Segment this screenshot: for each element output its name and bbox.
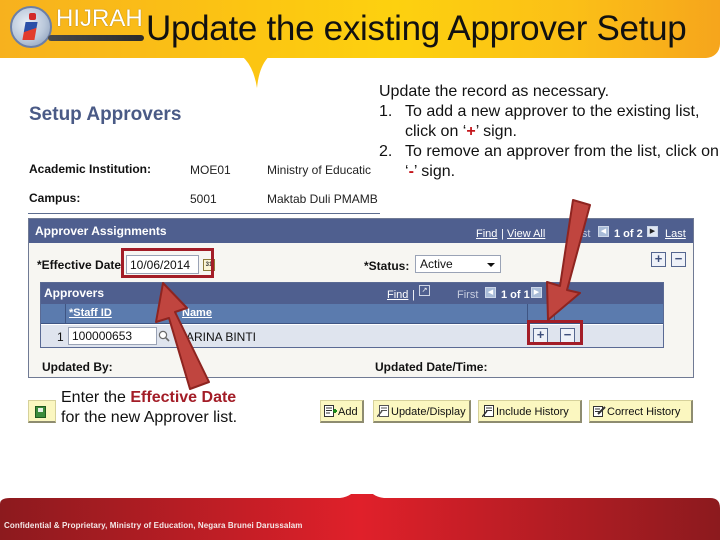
previous-arrow-icon[interactable]: ◀ bbox=[598, 226, 609, 237]
campus-code: 5001 bbox=[190, 192, 217, 206]
approver-name: ARINA BINTI bbox=[186, 330, 257, 344]
effective-date-callout: Enter the Effective Date for the new App… bbox=[57, 386, 297, 430]
save-icon bbox=[35, 406, 46, 418]
next-arrow-icon[interactable]: ▶ bbox=[647, 226, 658, 237]
chevron-down-icon bbox=[487, 263, 495, 267]
effective-date-label: *Effective Date: bbox=[37, 258, 126, 272]
include-history-icon bbox=[482, 405, 494, 417]
updated-datetime-label: Updated Date/Time: bbox=[375, 360, 488, 374]
nav-separator: | bbox=[501, 228, 504, 240]
include-history-label: Include History bbox=[496, 406, 569, 418]
approver-assignments-title: Approver Assignments bbox=[35, 224, 167, 238]
approvers-grid-title: Approvers bbox=[44, 286, 105, 300]
updated-by-label: Updated By: bbox=[42, 360, 113, 374]
delete-row-button[interactable]: − bbox=[671, 252, 686, 267]
flag-icon bbox=[22, 22, 38, 40]
callout-text-end: for the new Approver list. bbox=[61, 409, 238, 426]
logo-text: HIJRAH bbox=[56, 5, 143, 32]
status-value: Active bbox=[420, 257, 453, 271]
hijrah-logo: HIJRAH bbox=[4, 2, 154, 54]
academic-institution-label: Academic Institution: bbox=[29, 162, 152, 176]
grid-last-link[interactable]: Last bbox=[547, 289, 568, 301]
add-button-label: Add bbox=[338, 406, 358, 418]
correct-history-icon bbox=[593, 406, 606, 417]
first-link[interactable]: First bbox=[569, 228, 590, 240]
grid-next-arrow-icon[interactable]: ▶ bbox=[531, 287, 542, 298]
staff-id-input[interactable]: 100000653 bbox=[68, 327, 157, 345]
add-doc-icon bbox=[324, 405, 337, 417]
update-display-label: Update/Display bbox=[391, 406, 466, 418]
grid-first-link[interactable]: First bbox=[457, 289, 478, 301]
page-heading: Setup Approvers bbox=[29, 104, 182, 125]
instruction-item: 1. To add a new approver to the existing… bbox=[379, 102, 719, 142]
footer-banner bbox=[0, 494, 720, 540]
zoom-grid-icon[interactable]: ↗ bbox=[419, 285, 430, 296]
banner-notch-decoration bbox=[230, 50, 280, 90]
status-select[interactable]: Active bbox=[415, 255, 501, 273]
logo-swoosh bbox=[48, 35, 144, 41]
status-label: *Status: bbox=[364, 259, 410, 273]
add-remove-highlight-box bbox=[527, 320, 583, 345]
column-name[interactable]: Name bbox=[182, 307, 212, 319]
globe-icon bbox=[10, 6, 52, 48]
column-staff-id[interactable]: *Staff ID bbox=[69, 307, 112, 319]
campus-label: Campus: bbox=[29, 191, 81, 205]
slide-title: Update the existing Approver Setup bbox=[146, 9, 687, 48]
grid-record-count: 1 of 1 bbox=[501, 289, 530, 301]
correct-history-label: Correct History bbox=[607, 406, 681, 418]
footer-text: Confidential & Proprietary, Ministry of … bbox=[4, 521, 303, 530]
effective-date-highlight-box bbox=[121, 248, 214, 278]
instruction-callout: Update the record as necessary. 1. To ad… bbox=[379, 82, 719, 182]
save-button[interactable] bbox=[28, 400, 56, 423]
grid-nav-separator: | bbox=[412, 289, 415, 301]
find-link[interactable]: Find bbox=[476, 228, 497, 240]
lookup-icon[interactable] bbox=[158, 330, 170, 342]
academic-institution-code: MOE01 bbox=[190, 163, 231, 177]
add-button[interactable]: Add bbox=[320, 400, 364, 423]
instruction-number: 2. bbox=[379, 143, 393, 160]
campus-description: Maktab Duli PMAMB bbox=[267, 192, 378, 206]
last-link[interactable]: Last bbox=[665, 228, 686, 240]
view-all-link[interactable]: View All bbox=[507, 228, 545, 240]
approver-assignments-panel: Approver Assignments Find | View All Fir… bbox=[28, 218, 694, 378]
instruction-list: 1. To add a new approver to the existing… bbox=[379, 102, 719, 182]
row-number: 1 bbox=[57, 330, 64, 344]
update-display-button[interactable]: Update/Display bbox=[373, 400, 471, 423]
approver-assignments-header: Approver Assignments Find | View All Fir… bbox=[29, 219, 693, 243]
record-count: 1 of 2 bbox=[614, 228, 643, 240]
callout-emphasis: Effective Date bbox=[130, 389, 237, 406]
instruction-item: 2. To remove an approver from the list, … bbox=[379, 142, 719, 182]
crown-icon bbox=[29, 13, 36, 20]
instruction-text-end: ’ sign. bbox=[413, 163, 456, 180]
grid-previous-arrow-icon[interactable]: ◀ bbox=[485, 287, 496, 298]
instruction-number: 1. bbox=[379, 103, 393, 120]
instruction-text: To add a new approver to the existing li… bbox=[405, 103, 700, 140]
instruction-text-end: ’ sign. bbox=[475, 123, 517, 140]
section-divider bbox=[28, 213, 380, 214]
include-history-button[interactable]: Include History bbox=[478, 400, 582, 423]
correct-history-button[interactable]: Correct History bbox=[589, 400, 693, 423]
plus-sign: + bbox=[466, 123, 476, 140]
instruction-lead: Update the record as necessary. bbox=[379, 83, 610, 100]
grid-find-link[interactable]: Find bbox=[387, 289, 408, 301]
update-display-icon bbox=[377, 405, 389, 417]
approvers-grid-header: Approvers Find | ↗ First ◀ 1 of 1 ▶ Last bbox=[41, 283, 663, 304]
add-row-button[interactable]: + bbox=[651, 252, 666, 267]
callout-text: Enter the bbox=[61, 389, 131, 406]
academic-institution-description: Ministry of Educatic bbox=[267, 163, 372, 177]
